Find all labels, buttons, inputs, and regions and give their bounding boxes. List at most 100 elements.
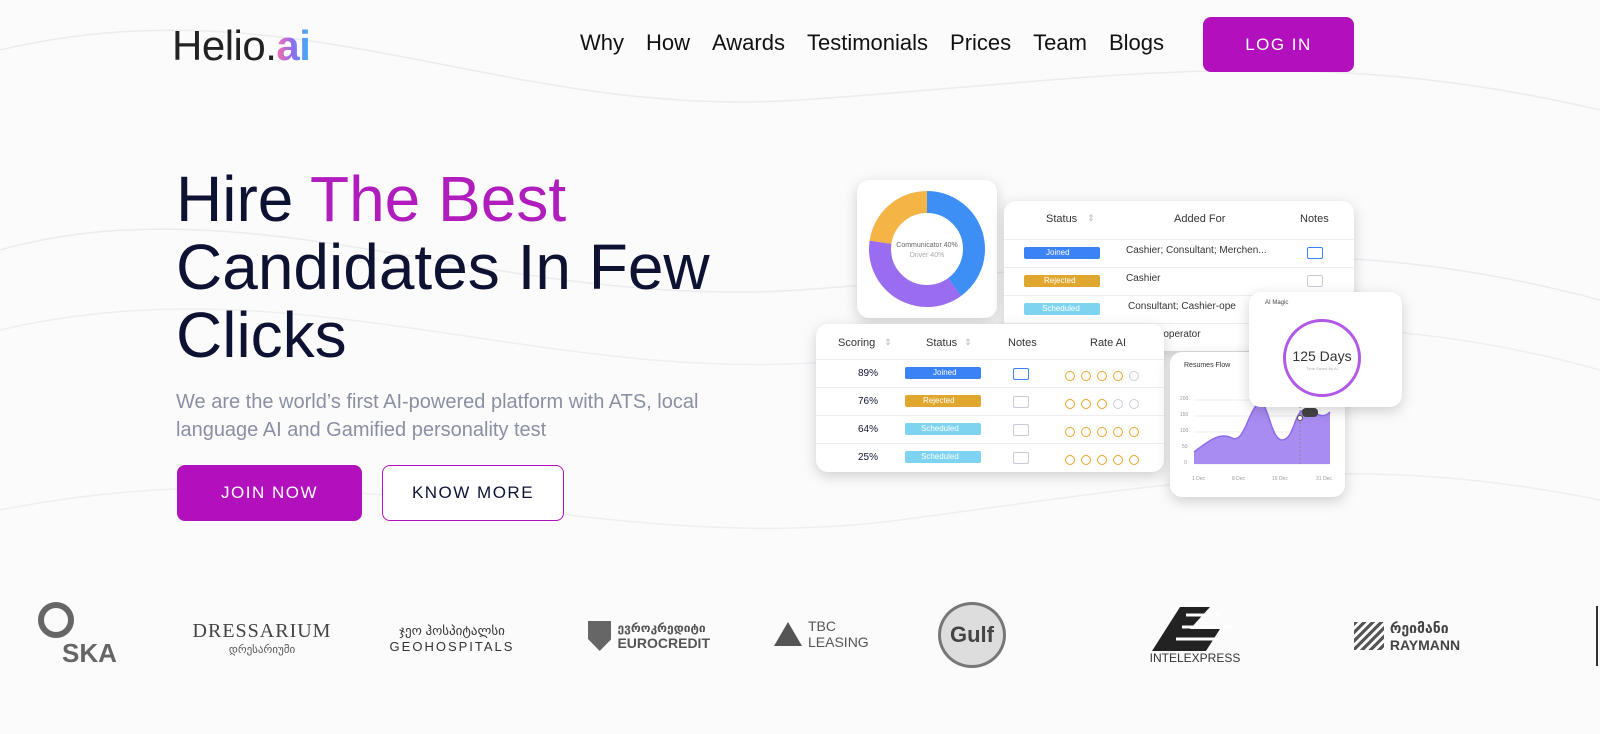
back-row-1[interactable]: Joined Cashier; Consultant; Merchen... bbox=[1004, 239, 1354, 265]
partner-dressarium[interactable]: DRESSARIUM დრესარიუმი bbox=[193, 610, 331, 666]
status-pill[interactable]: Joined bbox=[905, 367, 981, 379]
status-pill[interactable]: Scheduled bbox=[905, 423, 981, 435]
header-notes: Notes bbox=[1008, 337, 1037, 349]
hero-title-part1: Hire bbox=[176, 163, 310, 235]
donut-chart bbox=[869, 191, 985, 307]
x-label-2: 8 Dec bbox=[1232, 476, 1246, 482]
partner-gulf[interactable]: Gulf bbox=[937, 601, 1007, 669]
hero-title: Hire The Best Candidates In Few Clicks bbox=[176, 165, 796, 369]
logo-ai-accent: ai bbox=[276, 22, 311, 69]
score-text: 64% bbox=[858, 424, 879, 435]
status-pill[interactable]: Rejected bbox=[1024, 275, 1100, 287]
euro-ka-text: ევროკრედიტი bbox=[617, 621, 706, 635]
raymann-text: RAYMANN bbox=[1389, 636, 1461, 653]
sort-icon[interactable]: ⇕ bbox=[1087, 213, 1095, 224]
back-row-2[interactable]: Rejected Cashier bbox=[1004, 267, 1354, 293]
candidates-table-front: Scoring ⇕ Status ⇕ Notes Rate AI 89% Joi… bbox=[816, 324, 1164, 472]
gulf-badge: Gulf bbox=[938, 602, 1006, 668]
y-label-200: 200 bbox=[1180, 396, 1189, 402]
logo-text: Helio. bbox=[172, 22, 277, 69]
login-button[interactable]: LOG IN bbox=[1203, 17, 1354, 72]
added-for-text: -operator bbox=[1160, 329, 1201, 340]
front-row-1[interactable]: 89% Joined bbox=[816, 359, 1164, 387]
header-status[interactable]: Status bbox=[926, 337, 957, 349]
front-row-4[interactable]: 25% Scheduled bbox=[816, 443, 1164, 471]
note-icon[interactable] bbox=[1307, 275, 1323, 287]
y-label-0: 0 bbox=[1184, 460, 1187, 466]
hero-title-line2: Candidates In Few bbox=[176, 231, 710, 303]
nav-how[interactable]: How bbox=[646, 30, 690, 56]
note-icon[interactable] bbox=[1307, 247, 1323, 259]
site-logo[interactable]: Helio. ai bbox=[172, 22, 311, 70]
nav-prices[interactable]: Prices bbox=[950, 30, 1011, 56]
status-pill[interactable]: Joined bbox=[1024, 247, 1100, 259]
status-pill[interactable]: Scheduled bbox=[905, 451, 981, 463]
header-added-for: Added For bbox=[1174, 213, 1226, 225]
hero-title-line3: Clicks bbox=[176, 299, 347, 371]
note-icon[interactable] bbox=[1013, 368, 1029, 380]
y-label-100: 100 bbox=[1180, 428, 1189, 434]
intel-text: INTELEXPRESS bbox=[1149, 651, 1241, 665]
nav-why[interactable]: Why bbox=[580, 30, 624, 56]
hero-title-accent: The Best bbox=[309, 163, 567, 235]
header-scoring[interactable]: Scoring bbox=[838, 337, 875, 349]
nav-awards[interactable]: Awards bbox=[712, 30, 785, 56]
y-label-150: 150 bbox=[1180, 412, 1189, 418]
front-row-2[interactable]: 76% Rejected bbox=[816, 387, 1164, 415]
status-pill[interactable]: Scheduled bbox=[1024, 303, 1100, 315]
ai-magic-title: AI Magic bbox=[1265, 300, 1289, 306]
x-label-3: 16 Dec bbox=[1272, 476, 1288, 482]
gulf-text: Gulf bbox=[950, 622, 994, 647]
ai-magic-value: 125 Days bbox=[1292, 348, 1352, 364]
geo-text: GEOHOSPITALS bbox=[389, 638, 515, 654]
header-status[interactable]: Status bbox=[1046, 213, 1077, 225]
partner-eurocredit[interactable]: ევროკრედიტი EUROCREDIT bbox=[588, 616, 710, 656]
raymann-stripes-icon bbox=[1353, 622, 1384, 650]
score-text: 76% bbox=[858, 396, 879, 407]
ai-magic-card: AI Magic 125 Days Time Saved By AI bbox=[1249, 292, 1402, 407]
tbc-triangle-icon bbox=[774, 622, 802, 646]
note-icon[interactable] bbox=[1013, 396, 1029, 408]
main-nav: Why How Awards Testimonials Prices Team … bbox=[580, 30, 1164, 56]
partner-intelexpress[interactable]: INTELEXPRESS bbox=[1140, 606, 1250, 666]
rating-dots[interactable] bbox=[1065, 368, 1145, 386]
euro-text: EUROCREDIT bbox=[617, 635, 710, 651]
sort-icon[interactable]: ⇕ bbox=[964, 337, 972, 348]
y-label-50: 50 bbox=[1182, 444, 1188, 450]
oska-ring-icon bbox=[38, 602, 74, 638]
sort-icon[interactable]: ⇕ bbox=[884, 337, 892, 348]
dressarium-sub: დრესარიუმი bbox=[228, 644, 296, 656]
x-label-4: 31 Dec bbox=[1316, 476, 1332, 482]
header-rate-ai: Rate AI bbox=[1090, 337, 1127, 349]
geo-ka-text: ჯეო ჰოსპიტალსი bbox=[399, 622, 505, 638]
dressarium-text: DRESSARIUM bbox=[192, 620, 332, 642]
intelexpress-mark-icon bbox=[1152, 607, 1232, 651]
nav-team[interactable]: Team bbox=[1033, 30, 1087, 56]
note-icon[interactable] bbox=[1013, 424, 1029, 436]
front-row-3[interactable]: 64% Scheduled bbox=[816, 415, 1164, 443]
nav-blogs[interactable]: Blogs bbox=[1109, 30, 1164, 56]
donut-card: Communicator 40% Driver 40% bbox=[857, 180, 997, 318]
partner-tbc-leasing[interactable]: TBC LEASING bbox=[774, 616, 892, 652]
partner-oska[interactable]: SKA bbox=[38, 602, 128, 668]
nav-testimonials[interactable]: Testimonials bbox=[807, 30, 928, 56]
know-more-button[interactable]: KNOW MORE bbox=[382, 465, 564, 521]
added-for-text: Consultant; Cashier-ope bbox=[1128, 301, 1236, 312]
rating-dots[interactable] bbox=[1065, 396, 1145, 414]
raymann-ka-text: რეიმანი bbox=[1389, 619, 1449, 636]
partner-raymann[interactable]: რეიმანი RAYMANN bbox=[1348, 616, 1466, 656]
score-text: 25% bbox=[858, 452, 879, 463]
partner-geohospitals[interactable]: ჯეო ჰოსპიტალსი GEOHOSPITALS bbox=[389, 618, 515, 658]
note-icon[interactable] bbox=[1013, 452, 1029, 464]
donut-label-1: Communicator 40% bbox=[896, 242, 958, 249]
status-pill[interactable]: Rejected bbox=[905, 395, 981, 407]
hero-subtitle: We are the world’s first AI-powered plat… bbox=[176, 391, 699, 441]
added-for-text: Cashier; Consultant; Merchen... bbox=[1126, 245, 1267, 256]
join-now-button[interactable]: JOIN NOW bbox=[177, 465, 362, 521]
oska-text: SKA bbox=[62, 638, 117, 668]
donut-label-2: Driver 40% bbox=[909, 252, 945, 259]
rating-dots[interactable] bbox=[1065, 452, 1145, 470]
added-for-text: Cashier bbox=[1126, 273, 1161, 284]
score-text: 89% bbox=[858, 368, 879, 379]
rating-dots[interactable] bbox=[1065, 424, 1145, 442]
